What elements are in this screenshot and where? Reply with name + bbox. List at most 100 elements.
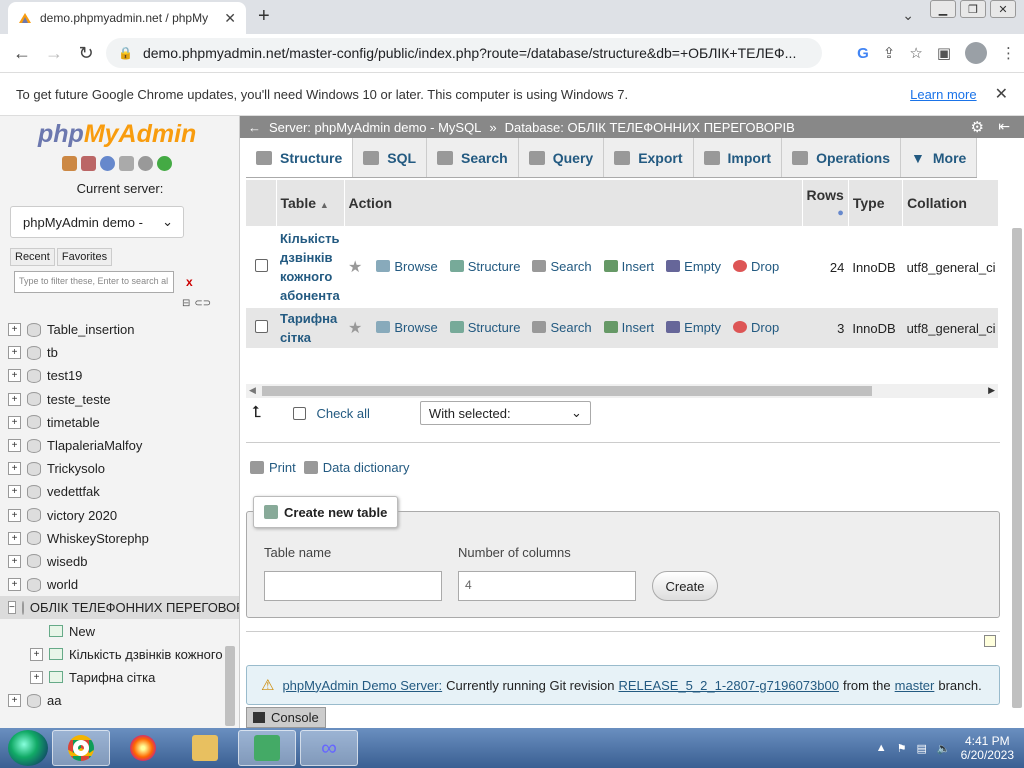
sidepanel-icon[interactable]: ▣: [937, 44, 951, 62]
expand-icon[interactable]: +: [8, 439, 21, 453]
col-type[interactable]: Type: [848, 180, 904, 226]
taskbar-firefox[interactable]: [114, 730, 172, 766]
tab-favorites[interactable]: Favorites: [56, 248, 113, 266]
table-horizontal-scrollbar[interactable]: ◀ ▶: [246, 384, 998, 398]
row-checkbox[interactable]: [254, 320, 268, 333]
server-select[interactable]: phpMyAdmin demo - ⌄: [10, 206, 184, 238]
drop-action[interactable]: Drop: [733, 259, 779, 274]
bookmark-star-icon[interactable]: ☆: [909, 44, 922, 62]
tree-item-label[interactable]: New: [69, 624, 95, 639]
check-all-checkbox[interactable]: [293, 406, 307, 420]
tree-item-label[interactable]: victory 2020: [47, 508, 117, 523]
profile-avatar[interactable]: [965, 42, 987, 64]
expand-icon[interactable]: +: [8, 323, 21, 337]
tree-item-label[interactable]: Table_insertion: [47, 322, 134, 337]
home-icon[interactable]: [62, 156, 77, 171]
collapse-arrow-icon[interactable]: ←: [248, 120, 261, 135]
branch-link[interactable]: master: [895, 678, 935, 693]
tree-item-label[interactable]: test19: [47, 368, 82, 383]
insert-action[interactable]: Insert: [603, 259, 654, 274]
tree-item[interactable]: + vedettfak: [8, 480, 239, 503]
with-selected-select[interactable]: With selected: ⌄: [419, 401, 591, 425]
filter-clear-button[interactable]: x: [186, 275, 193, 289]
tab-close-icon[interactable]: ✕: [224, 10, 236, 27]
col-table[interactable]: Table ▲: [276, 180, 345, 226]
tree-item[interactable]: + Кількість дзвінків кожного: [8, 643, 239, 666]
empty-action[interactable]: Empty: [666, 259, 721, 274]
favorite-star-icon[interactable]: ★: [348, 259, 362, 276]
back-icon[interactable]: ←: [6, 43, 38, 64]
tree-item[interactable]: + victory 2020: [8, 504, 239, 527]
structure-action[interactable]: Structure: [449, 259, 520, 274]
console-toggle[interactable]: Console: [246, 707, 326, 728]
address-bar[interactable]: 🔒 demo.phpmyadmin.net/master-config/publ…: [106, 38, 822, 68]
forward-icon[interactable]: →: [38, 43, 70, 64]
tray-expand-icon[interactable]: ▲: [876, 742, 887, 754]
tab-search-chevron-icon[interactable]: ⌄: [902, 7, 914, 24]
tree-item-label[interactable]: vedettfak: [47, 484, 100, 499]
print-link[interactable]: Print: [250, 460, 296, 475]
taskbar-explorer[interactable]: [176, 730, 234, 766]
tree-item-label[interactable]: Кількість дзвінків кожного: [69, 647, 223, 662]
search-action[interactable]: Search: [532, 320, 592, 335]
action-center-icon[interactable]: ⚑: [897, 742, 907, 755]
tree-item[interactable]: New: [8, 619, 239, 642]
taskbar-app2[interactable]: ∞: [300, 730, 358, 766]
tab-sql[interactable]: SQL: [353, 138, 428, 177]
tree-item-label[interactable]: TlapaleriaMalfoy: [47, 438, 142, 453]
tab-export[interactable]: Export: [604, 138, 694, 177]
tree-item[interactable]: + tb: [8, 341, 239, 364]
close-window-button[interactable]: ✕: [990, 0, 1016, 18]
expand-icon[interactable]: +: [30, 647, 43, 661]
close-infobar-icon[interactable]: ✕: [995, 84, 1008, 104]
tree-item[interactable]: − ОБЛІК ТЕЛЕФОННИХ ПЕРЕГОВОРІВ: [0, 596, 239, 620]
network-icon[interactable]: ▤: [917, 742, 927, 755]
tree-item[interactable]: + Table_insertion: [8, 318, 239, 341]
tree-item[interactable]: + aa: [8, 689, 239, 712]
sql-icon[interactable]: [81, 156, 96, 171]
database-filter-input[interactable]: Type to filter these, Enter to search al: [14, 271, 174, 293]
notice-icon[interactable]: [984, 635, 996, 647]
start-button[interactable]: [8, 730, 48, 766]
url-text[interactable]: demo.phpmyadmin.net/master-config/public…: [143, 45, 796, 61]
empty-action[interactable]: Empty: [666, 320, 721, 335]
row-checkbox[interactable]: [254, 259, 268, 272]
tree-item[interactable]: + Тарифна сітка: [8, 666, 239, 689]
taskbar-app[interactable]: [238, 730, 296, 766]
tab-import[interactable]: Import: [693, 138, 783, 177]
minimize-button[interactable]: ▁: [930, 0, 956, 18]
col-rows[interactable]: Rows ●: [802, 180, 849, 226]
volume-icon[interactable]: 🔈: [937, 742, 951, 755]
reload-icon[interactable]: ↻: [70, 43, 102, 64]
col-collation[interactable]: Collation: [902, 180, 998, 226]
collapse-icon[interactable]: −: [8, 601, 16, 615]
expand-icon[interactable]: +: [8, 392, 21, 406]
tree-item-label[interactable]: world: [47, 577, 78, 592]
git-revision-link[interactable]: RELEASE_5_2_1-2807-g7196073b00: [618, 678, 838, 693]
breadcrumb-server[interactable]: Server: phpMyAdmin demo - MySQL: [269, 120, 481, 135]
tab-structure[interactable]: Structure: [246, 138, 354, 177]
expand-icon[interactable]: +: [8, 554, 21, 568]
google-icon[interactable]: G: [857, 45, 869, 62]
main-vertical-scrollbar[interactable]: [1012, 228, 1022, 708]
phpmyadmin-logo[interactable]: phpMyAdmin: [38, 120, 196, 149]
data-dictionary-link[interactable]: Data dictionary: [303, 460, 409, 475]
tree-item-label[interactable]: ОБЛІК ТЕЛЕФОННИХ ПЕРЕГОВОРІВ: [30, 600, 239, 615]
tab-search[interactable]: Search: [427, 138, 519, 177]
expand-icon[interactable]: +: [8, 485, 21, 499]
expand-icon[interactable]: +: [8, 531, 21, 545]
favorite-star-icon[interactable]: ★: [348, 320, 362, 337]
scroll-thumb[interactable]: [262, 386, 872, 396]
tab-operations[interactable]: Operations: [782, 138, 901, 177]
browser-tab[interactable]: demo.phpmyadmin.net / phpMy ✕: [8, 2, 246, 34]
tree-item-label[interactable]: aa: [47, 693, 61, 708]
tree-item-label[interactable]: wisedb: [47, 554, 87, 569]
drop-action[interactable]: Drop: [733, 320, 779, 335]
expand-icon[interactable]: +: [30, 670, 43, 684]
help-icon[interactable]: [100, 156, 115, 171]
tree-item[interactable]: + wisedb: [8, 550, 239, 573]
breadcrumb-database[interactable]: Database: ОБЛІК ТЕЛЕФОННИХ ПЕРЕГОВОРІВ: [505, 120, 795, 135]
expand-icon[interactable]: +: [8, 346, 21, 360]
tree-item[interactable]: + timetable: [8, 411, 239, 434]
tree-item-label[interactable]: teste_teste: [47, 392, 111, 407]
